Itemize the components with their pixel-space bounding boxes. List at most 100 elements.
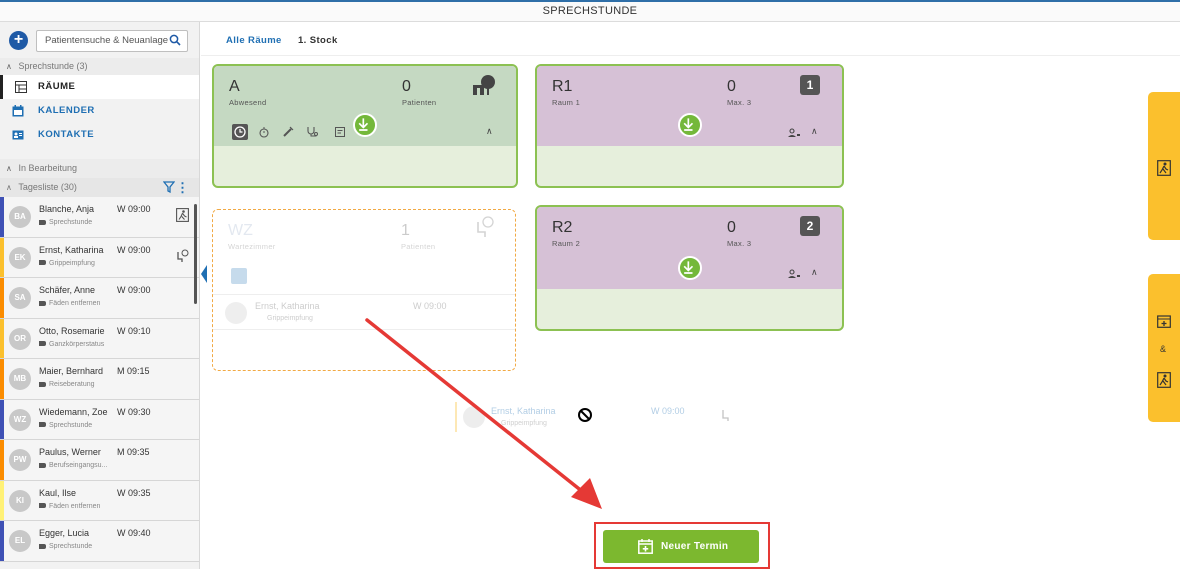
stopwatch-icon[interactable] (258, 126, 270, 138)
room-code: R1 (552, 78, 573, 95)
appointment-time: M 09:15 (117, 366, 150, 376)
room-subtitle: Wartezimmer (228, 242, 276, 251)
waiting-seat-icon[interactable] (176, 249, 189, 263)
room-card-a[interactable]: A Abwesend 0 Patienten ∧ (212, 64, 518, 188)
document-icon[interactable] (334, 126, 346, 138)
patient-name: Egger, Lucia (39, 528, 90, 538)
more-options-icon[interactable]: ⋮ (176, 178, 189, 197)
patient-list-item[interactable]: EK Ernst, Katharina W 09:00 Grippeimpfung (0, 237, 199, 278)
status-color-bar (0, 359, 4, 399)
section-sprechstunde[interactable]: ∧ Sprechstunde (3) (0, 58, 199, 75)
avatar: PW (9, 449, 31, 471)
patient-list-item[interactable]: SA Schäfer, Anne W 09:00 Fäden entfernen (0, 278, 199, 319)
add-patient-button[interactable]: + (9, 31, 28, 50)
exit-icon (1157, 372, 1171, 388)
section-tagesliste[interactable]: ∧ Tagesliste (30) ⋮ (0, 178, 199, 197)
status-color-bar (0, 521, 4, 561)
avatar: EK (9, 246, 31, 269)
patient-name: Schäfer, Anne (39, 285, 96, 295)
status-color-bar (0, 480, 4, 520)
nav-label: KALENDER (38, 105, 95, 116)
appointment-reason: Reiseberatung (39, 381, 95, 388)
room-card-wz[interactable]: WZ Wartezimmer 1 Patienten Ernst, Kathar… (212, 209, 516, 371)
search-row: + Patientensuche & Neuanlage (0, 22, 199, 58)
exit-icon[interactable] (176, 208, 189, 222)
status-color-bar (0, 440, 4, 480)
tag-icon (39, 543, 46, 549)
assign-doctor-icon[interactable] (787, 269, 801, 279)
tab-alle-raeume[interactable]: Alle Räume (226, 35, 282, 46)
tag-icon (39, 462, 46, 468)
room-card-r1[interactable]: R1 Raum 1 0 Max. 3 1 ∧ (535, 64, 844, 188)
reason-text: Berufseingangsu... (49, 462, 108, 469)
patient-list-item[interactable]: EL Egger, Lucia W 09:40 Sprechstunde (0, 521, 199, 562)
appointment-reason: Sprechstunde (39, 422, 92, 429)
room-code: R2 (552, 219, 573, 236)
drop-target-icon (678, 256, 702, 280)
scrollbar[interactable] (194, 204, 197, 304)
status-color-bar (0, 278, 4, 318)
tag-icon (39, 260, 46, 266)
appointment-reason: Berufseingangsu... (39, 462, 107, 469)
clock-icon (231, 268, 247, 284)
contact-card-icon (12, 130, 24, 140)
patient-list-item[interactable]: WZ Wiedemann, Zoe W 09:30 Sprechstunde (0, 399, 199, 440)
room-code: WZ (228, 222, 253, 239)
dragged-patient-card[interactable]: Ernst, Katharina Grippeimpfung W 09:00 (455, 400, 745, 434)
reason-text: Ganzkörperstatus (49, 340, 105, 348)
chevron-up-icon: ∧ (6, 62, 12, 71)
chevron-up-icon[interactable]: ∧ (486, 126, 493, 137)
dragged-patient-reason: Grippeimpfung (501, 420, 547, 427)
avatar: SA (9, 287, 31, 309)
waiting-seat-icon (722, 410, 729, 421)
nav-item-raeume[interactable]: RÄUME (0, 75, 199, 99)
new-appointment-button[interactable]: Neuer Termin (603, 530, 759, 563)
patient-list-item[interactable]: OR Otto, Rosemarie W 09:10 Ganzkörperstatus (0, 318, 199, 359)
patient-list-item[interactable]: MB Maier, Bernhard M 09:15 Reiseberatung (0, 359, 199, 400)
right-panel-appointment-exit[interactable]: & (1148, 274, 1180, 422)
nav-label: RÄUME (38, 81, 76, 92)
search-icon[interactable] (169, 34, 181, 46)
patient-list-item[interactable]: PW Paulus, Werner M 09:35 Berufseingangsu..… (0, 440, 199, 481)
chevron-up-icon[interactable]: ∧ (811, 267, 818, 278)
room-count-label: Max. 3 (727, 98, 752, 107)
room-card-r2[interactable]: R2 Raum 2 0 Max. 3 2 ∧ (535, 205, 844, 331)
room-header: R1 Raum 1 0 Max. 3 1 ∧ (537, 66, 842, 146)
tab-1-stock[interactable]: 1. Stock (298, 35, 338, 46)
calendar-add-icon (1157, 315, 1171, 328)
avatar: KI (9, 489, 31, 512)
room-count-label: Patienten (402, 98, 437, 107)
patient-list-item[interactable]: KI Kaul, Ilse W 09:35 Fäden entfernen (0, 480, 199, 521)
syringe-icon[interactable] (282, 126, 294, 138)
dragged-patient-time: W 09:00 (651, 406, 685, 416)
waiting-patient-name: Ernst, Katharina (255, 301, 320, 311)
patient-list-item[interactable]: BA Blanche, Anja W 09:00 Sprechstunde (0, 197, 199, 238)
room-count: 1 (401, 222, 410, 239)
grid-icon (15, 81, 27, 93)
nav-item-kontakte[interactable]: KONTAKTE (0, 123, 199, 147)
status-color-bar (0, 237, 4, 277)
nav-item-kalender[interactable]: KALENDER (0, 99, 199, 123)
status-color-bar (0, 318, 4, 358)
absent-person-icon (473, 75, 495, 95)
appointment-time: W 09:00 (117, 204, 151, 214)
assign-doctor-icon[interactable] (787, 128, 801, 138)
status-color-bar (0, 399, 4, 439)
patient-search-input[interactable]: Patientensuche & Neuanlage (36, 30, 188, 52)
patient-name: Ernst, Katharina (39, 244, 104, 255)
appointment-time: W 09:30 (117, 406, 151, 417)
appointment-time: W 09:10 (117, 325, 151, 336)
chevron-up-icon[interactable]: ∧ (811, 126, 818, 137)
avatar: BA (9, 206, 31, 228)
ampersand-label: & (1160, 344, 1167, 354)
clock-icon[interactable] (232, 124, 248, 140)
section-in-bearbeitung[interactable]: ∧ In Bearbeitung (0, 159, 199, 178)
waiting-patient-reason: Grippeimpfung (267, 315, 313, 322)
right-panel-exit[interactable] (1148, 92, 1180, 240)
appointment-time: M 09:35 (117, 447, 150, 457)
patient-name: Maier, Bernhard (39, 366, 104, 376)
stethoscope-icon[interactable] (306, 126, 318, 138)
avatar: EL (9, 530, 31, 552)
filter-icon[interactable] (163, 181, 175, 193)
sidebar-collapse-icon[interactable] (201, 265, 207, 283)
